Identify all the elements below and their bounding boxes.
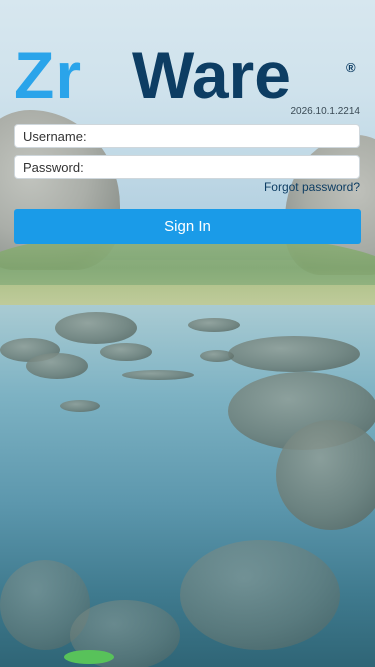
username-input[interactable] [86, 125, 359, 147]
background-rock [122, 370, 194, 380]
app-logo: Zr Ware ® [14, 40, 364, 110]
background-rock [26, 353, 88, 379]
background-rock [200, 350, 234, 362]
background-rock [276, 420, 375, 530]
password-input[interactable] [83, 156, 359, 178]
background-rock [100, 343, 152, 361]
password-field[interactable]: Password: [14, 155, 360, 179]
logo-text-zr: Zr [14, 38, 82, 112]
forgot-password-link[interactable]: Forgot password? [264, 180, 360, 194]
username-field[interactable]: Username: [14, 124, 360, 148]
version-label: 2026.10.1.2214 [290, 106, 360, 117]
background-rock [228, 336, 360, 372]
sign-in-button[interactable]: Sign In [14, 209, 361, 244]
background-rock [188, 318, 240, 332]
password-label: Password: [23, 159, 84, 175]
username-label: Username: [23, 128, 87, 144]
login-screen: Zr Ware ® 2026.10.1.2214 Username: Passw… [0, 0, 375, 667]
registered-mark: ® [346, 60, 356, 75]
logo-text-ware: Ware [132, 38, 291, 112]
background-moss [64, 650, 114, 664]
background-rock [60, 400, 100, 412]
background-rock [55, 312, 137, 344]
background-rock [180, 540, 340, 650]
